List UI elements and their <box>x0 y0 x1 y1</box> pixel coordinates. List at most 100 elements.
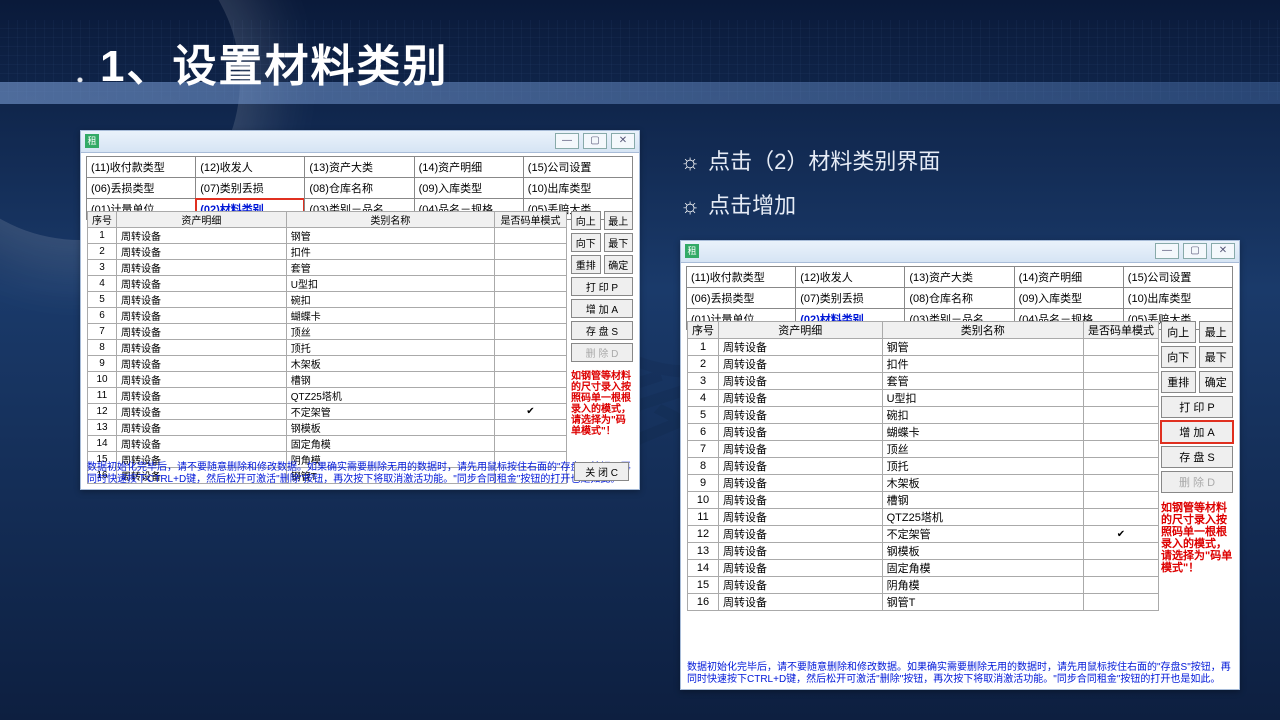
close-c-button[interactable]: 关 闭 C <box>574 462 629 481</box>
cell[interactable]: 4 <box>88 276 117 292</box>
tab-(08)仓库名称[interactable]: (08)仓库名称 <box>304 177 414 199</box>
cell[interactable] <box>1084 339 1159 356</box>
cell[interactable]: 12 <box>88 404 117 420</box>
cell[interactable]: 固定角模 <box>286 436 494 452</box>
cell[interactable]: 周转设备 <box>719 492 883 509</box>
cell[interactable]: 2 <box>688 356 719 373</box>
table-row[interactable]: 13周转设备钢模板 <box>88 420 567 436</box>
cell[interactable]: 周转设备 <box>117 292 287 308</box>
close-button[interactable]: ✕ <box>1211 243 1235 259</box>
btn-重排[interactable]: 重排 <box>1161 371 1196 393</box>
cell[interactable]: QTZ25塔机 <box>882 509 1083 526</box>
cell[interactable]: 顶托 <box>286 340 494 356</box>
cell[interactable]: QTZ25塔机 <box>286 388 494 404</box>
cell[interactable]: 扣件 <box>882 356 1083 373</box>
cell[interactable] <box>1084 424 1159 441</box>
cell[interactable]: 周转设备 <box>719 577 883 594</box>
cell[interactable]: 16 <box>688 594 719 611</box>
cell[interactable] <box>495 276 567 292</box>
category-table[interactable]: 序号资产明细类别名称是否码单模式1周转设备钢管2周转设备扣件3周转设备套管4周转… <box>687 321 1159 611</box>
tab-(13)资产大类[interactable]: (13)资产大类 <box>304 156 414 178</box>
tab-(09)入库类型[interactable]: (09)入库类型 <box>1014 287 1124 309</box>
cell[interactable]: 周转设备 <box>719 339 883 356</box>
cell[interactable]: 周转设备 <box>117 372 287 388</box>
cell[interactable]: 6 <box>688 424 719 441</box>
cell[interactable]: 15 <box>688 577 719 594</box>
cell[interactable]: 周转设备 <box>117 388 287 404</box>
cell[interactable]: 1 <box>88 228 117 244</box>
table-row[interactable]: 8周转设备顶托 <box>688 458 1159 475</box>
save-button[interactable]: 存 盘 S <box>1161 446 1233 468</box>
cell[interactable]: 套管 <box>882 373 1083 390</box>
cell[interactable]: 钢管 <box>882 339 1083 356</box>
table-row[interactable]: 8周转设备顶托 <box>88 340 567 356</box>
cell[interactable]: 周转设备 <box>719 356 883 373</box>
tab-(07)类别丢损[interactable]: (07)类别丢损 <box>195 177 305 199</box>
save-button[interactable]: 存 盘 S <box>571 321 633 340</box>
cell[interactable] <box>1084 577 1159 594</box>
btn-最下[interactable]: 最下 <box>1199 346 1234 368</box>
cell[interactable]: 顶托 <box>882 458 1083 475</box>
tab-(11)收付款类型[interactable]: (11)收付款类型 <box>686 266 796 288</box>
table-row[interactable]: 1周转设备钢管 <box>688 339 1159 356</box>
cell[interactable]: 周转设备 <box>719 594 883 611</box>
cell[interactable]: 钢模板 <box>882 543 1083 560</box>
cell[interactable] <box>1084 373 1159 390</box>
print-button[interactable]: 打 印 P <box>1161 396 1233 418</box>
tab-(15)公司设置[interactable]: (15)公司设置 <box>523 156 633 178</box>
cell[interactable]: 周转设备 <box>719 373 883 390</box>
cell[interactable]: 14 <box>88 436 117 452</box>
cell[interactable] <box>495 356 567 372</box>
cell[interactable] <box>495 324 567 340</box>
close-button[interactable]: ✕ <box>611 133 635 149</box>
print-button[interactable]: 打 印 P <box>571 277 633 296</box>
table-row[interactable]: 11周转设备QTZ25塔机 <box>88 388 567 404</box>
cell[interactable]: 不定架管 <box>286 404 494 420</box>
titlebar[interactable]: 租 — ▢ ✕ <box>681 241 1239 263</box>
cell[interactable] <box>1084 458 1159 475</box>
cell[interactable]: 周转设备 <box>117 356 287 372</box>
tab-(09)入库类型[interactable]: (09)入库类型 <box>414 177 524 199</box>
table-row[interactable]: 13周转设备钢模板 <box>688 543 1159 560</box>
table-row[interactable]: 15周转设备阴角模 <box>688 577 1159 594</box>
cell[interactable] <box>1084 475 1159 492</box>
cell[interactable]: 扣件 <box>286 244 494 260</box>
table-row[interactable]: 5周转设备碗扣 <box>688 407 1159 424</box>
cell[interactable]: 周转设备 <box>719 441 883 458</box>
cell[interactable] <box>1084 509 1159 526</box>
cell[interactable]: 13 <box>88 420 117 436</box>
btn-确定[interactable]: 确定 <box>1199 371 1234 393</box>
add-button[interactable]: 增 加 A <box>1161 421 1233 443</box>
btn-向下[interactable]: 向下 <box>571 233 601 252</box>
table-row[interactable]: 2周转设备扣件 <box>688 356 1159 373</box>
cell[interactable]: 9 <box>688 475 719 492</box>
cell[interactable]: 周转设备 <box>117 436 287 452</box>
btn-确定[interactable]: 确定 <box>604 255 634 274</box>
cell[interactable]: 周转设备 <box>117 324 287 340</box>
cell[interactable]: 周转设备 <box>719 509 883 526</box>
table-row[interactable]: 2周转设备扣件 <box>88 244 567 260</box>
tab-(11)收付款类型[interactable]: (11)收付款类型 <box>86 156 196 178</box>
cell[interactable]: 槽钢 <box>286 372 494 388</box>
cell[interactable]: 周转设备 <box>719 543 883 560</box>
cell[interactable]: 固定角模 <box>882 560 1083 577</box>
maximize-button[interactable]: ▢ <box>1183 243 1207 259</box>
cell[interactable]: 2 <box>88 244 117 260</box>
tab-(12)收发人[interactable]: (12)收发人 <box>195 156 305 178</box>
table-row[interactable]: 5周转设备碗扣 <box>88 292 567 308</box>
cell[interactable]: 9 <box>88 356 117 372</box>
table-row[interactable]: 10周转设备槽钢 <box>688 492 1159 509</box>
tab-(14)资产明细[interactable]: (14)资产明细 <box>1014 266 1124 288</box>
cell[interactable]: 周转设备 <box>117 228 287 244</box>
table-row[interactable]: 10周转设备槽钢 <box>88 372 567 388</box>
cell[interactable]: 阴角模 <box>882 577 1083 594</box>
table-row[interactable]: 14周转设备固定角模 <box>688 560 1159 577</box>
cell[interactable] <box>1084 543 1159 560</box>
table-row[interactable]: 12周转设备不定架管✔ <box>88 404 567 420</box>
cell[interactable]: 钢管T <box>882 594 1083 611</box>
cell[interactable]: 不定架管 <box>882 526 1083 543</box>
cell[interactable]: 12 <box>688 526 719 543</box>
tab-(13)资产大类[interactable]: (13)资产大类 <box>904 266 1014 288</box>
tab-(12)收发人[interactable]: (12)收发人 <box>795 266 905 288</box>
cell[interactable]: 3 <box>688 373 719 390</box>
